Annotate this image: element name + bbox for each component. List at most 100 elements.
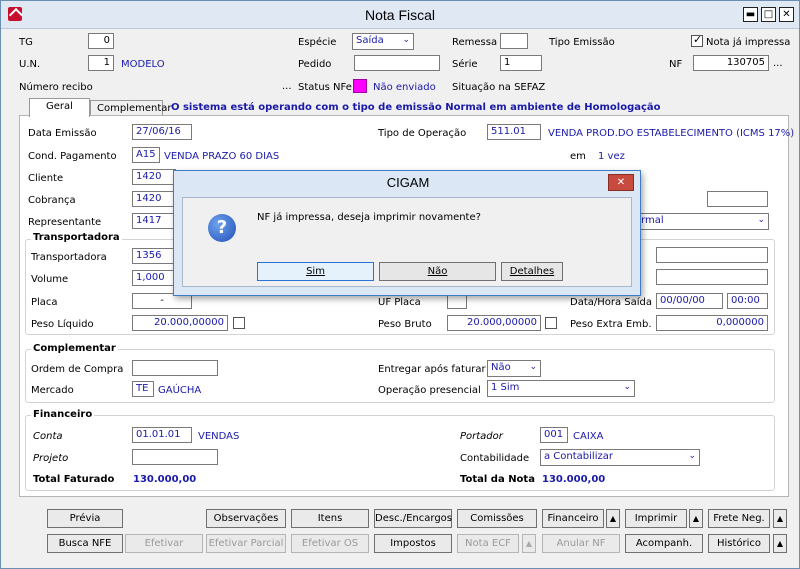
volume-field[interactable]: 1,000 bbox=[132, 270, 176, 286]
representante-field[interactable]: 1417 bbox=[132, 213, 176, 229]
peso-extra-field[interactable]: 0,000000 bbox=[656, 315, 768, 331]
status-nfe-label: Status NFe bbox=[298, 82, 352, 93]
tipo-operacao-desc: VENDA PROD.DO ESTABELECIMENTO (ICMS 17%) bbox=[548, 128, 795, 139]
operacao-presencial-label: Operação presencial bbox=[378, 385, 481, 396]
hora-saida-field[interactable]: 00:00 bbox=[727, 293, 768, 309]
conta-field[interactable]: 01.01.01 bbox=[132, 427, 192, 443]
nota-ecf-menu-arrow[interactable]: ▲ bbox=[522, 534, 536, 553]
placa-label: Placa bbox=[31, 297, 58, 308]
un-field[interactable]: 1 bbox=[88, 55, 114, 71]
tipo-operacao-field[interactable]: 511.01 bbox=[487, 124, 541, 140]
peso-bruto-field[interactable]: 20.000,00000 bbox=[447, 315, 541, 331]
historico-menu-arrow[interactable]: ▲ bbox=[773, 534, 787, 553]
contabilidade-select[interactable]: a Contabilizar ⌄ bbox=[540, 449, 700, 466]
complementar-title: Complementar bbox=[31, 343, 118, 354]
sim-button[interactable]: Sim bbox=[257, 262, 374, 281]
cond-pagamento-label: Cond. Pagamento bbox=[28, 151, 117, 162]
pedido-field[interactable] bbox=[354, 55, 440, 71]
peso-liquido-checkbox[interactable] bbox=[233, 317, 245, 329]
financeiro-button[interactable]: Financeiro bbox=[542, 509, 604, 528]
maximize-button[interactable]: □ bbox=[761, 7, 776, 22]
cobranca-label: Cobrança bbox=[28, 195, 76, 206]
nf-field[interactable]: 130705 bbox=[693, 55, 769, 71]
frete-neg-button[interactable]: Frete Neg. bbox=[708, 509, 770, 528]
portador-field[interactable]: 001 bbox=[540, 427, 568, 443]
nota-fiscal-window: Nota Fiscal ▬ □ ✕ TG 0 Espécie Saída ⌄ Re… bbox=[0, 0, 800, 569]
mercado-field[interactable]: TE bbox=[132, 381, 154, 397]
cond-pagamento-desc: VENDA PRAZO 60 DIAS bbox=[164, 151, 280, 162]
financeiro-menu-arrow[interactable]: ▲ bbox=[606, 509, 620, 528]
frete-neg-menu-arrow[interactable]: ▲ bbox=[773, 509, 787, 528]
imprimir-menu-arrow[interactable]: ▲ bbox=[689, 509, 703, 528]
data-emissao-label: Data Emissão bbox=[28, 128, 97, 139]
cond-pagamento-field[interactable]: A15 bbox=[132, 147, 160, 163]
tg-field[interactable]: 0 bbox=[88, 33, 114, 49]
observacoes-button[interactable]: Observações bbox=[206, 509, 286, 528]
chevron-down-icon: ⌄ bbox=[757, 215, 765, 225]
transportadora-field[interactable]: 1356 bbox=[132, 248, 176, 264]
impostos-button[interactable]: Impostos bbox=[374, 534, 452, 553]
detalhes-button[interactable]: Detalhes bbox=[501, 262, 563, 281]
data-saida-field[interactable]: 00/00/00 bbox=[656, 293, 723, 309]
tab-geral[interactable]: Geral bbox=[29, 98, 90, 117]
acompanh-button[interactable]: Acompanh. bbox=[625, 534, 703, 553]
confirm-dialog: CIGAM ✕ ? NF já impressa, deseja imprimi… bbox=[173, 170, 641, 296]
desc-encargos-button[interactable]: Desc./Encargos bbox=[374, 509, 452, 528]
comissoes-button[interactable]: Comissões bbox=[457, 509, 537, 528]
previa-button[interactable]: Prévia bbox=[47, 509, 123, 528]
peso-bruto-label: Peso Bruto bbox=[378, 319, 432, 330]
representante-select[interactable]: ormal ⌄ bbox=[631, 213, 769, 230]
total-nota-label: Total da Nota bbox=[460, 474, 535, 485]
transportadora-label: Transportadora bbox=[31, 252, 107, 263]
imprimir-button[interactable]: Imprimir bbox=[625, 509, 687, 528]
serie-field[interactable]: 1 bbox=[500, 55, 542, 71]
peso-liquido-field[interactable]: 20.000,00000 bbox=[132, 315, 228, 331]
checkmark-icon: ✓ bbox=[693, 33, 703, 46]
cobranca-field[interactable]: 1420 bbox=[132, 191, 176, 207]
entregar-select[interactable]: Não ⌄ bbox=[487, 360, 541, 377]
em-value: 1 vez bbox=[598, 151, 625, 162]
transportadora-extra-field[interactable] bbox=[656, 247, 768, 263]
question-icon: ? bbox=[208, 214, 236, 242]
mercado-label: Mercado bbox=[31, 385, 74, 396]
busca-nfe-button[interactable]: Busca NFE bbox=[47, 534, 123, 553]
remessa-field[interactable] bbox=[500, 33, 528, 49]
minimize-button[interactable]: ▬ bbox=[743, 7, 758, 22]
close-button[interactable]: ✕ bbox=[779, 7, 794, 22]
total-faturado-value: 130.000,00 bbox=[133, 474, 197, 485]
itens-button[interactable]: Itens bbox=[291, 509, 369, 528]
nf-lookup-button[interactable]: ... bbox=[773, 58, 783, 69]
title-bar: Nota Fiscal ▬ □ ✕ bbox=[1, 1, 799, 29]
peso-bruto-checkbox[interactable] bbox=[545, 317, 557, 329]
chevron-down-icon: ⌄ bbox=[623, 382, 631, 392]
data-emissao-field[interactable]: 27/06/16 bbox=[132, 124, 192, 140]
volume-extra-field[interactable] bbox=[656, 269, 768, 285]
nao-button[interactable]: Não bbox=[379, 262, 496, 281]
remessa-label: Remessa bbox=[452, 37, 498, 48]
cobranca-extra-field[interactable] bbox=[707, 191, 768, 207]
tipo-emissao-label: Tipo Emissão bbox=[549, 37, 615, 48]
numero-recibo-label: Número recibo bbox=[19, 82, 93, 93]
conta-label: Conta bbox=[33, 431, 63, 442]
nota-impressa-checkbox[interactable]: ✓ bbox=[691, 33, 703, 47]
especie-select[interactable]: Saída ⌄ bbox=[352, 33, 414, 50]
efetivar-button[interactable]: Efetivar bbox=[125, 534, 203, 553]
cliente-field[interactable]: 1420 bbox=[132, 169, 176, 185]
projeto-field[interactable] bbox=[132, 449, 218, 465]
ordem-compra-field[interactable] bbox=[132, 360, 218, 376]
historico-button[interactable]: Histórico bbox=[708, 534, 770, 553]
environment-notice: O sistema está operando com o tipo de em… bbox=[171, 102, 661, 113]
nf-label: NF bbox=[669, 59, 683, 70]
contabilidade-label: Contabilidade bbox=[460, 453, 530, 464]
nota-ecf-button[interactable]: Nota ECF bbox=[457, 534, 519, 553]
situacao-sefaz-label: Situação na SEFAZ bbox=[452, 82, 546, 93]
efetivar-parcial-button[interactable]: Efetivar Parcial bbox=[206, 534, 286, 553]
recibo-lookup-button[interactable]: ... bbox=[282, 81, 292, 92]
detalhes-label: Detalhes bbox=[509, 266, 555, 277]
anular-nf-button[interactable]: Anular NF bbox=[542, 534, 620, 553]
dialog-close-button[interactable]: ✕ bbox=[608, 174, 634, 191]
operacao-presencial-select[interactable]: 1 Sim ⌄ bbox=[487, 380, 635, 397]
conta-desc: VENDAS bbox=[198, 431, 240, 442]
projeto-label: Projeto bbox=[33, 453, 69, 464]
efetivar-os-button[interactable]: Efetivar OS bbox=[291, 534, 369, 553]
